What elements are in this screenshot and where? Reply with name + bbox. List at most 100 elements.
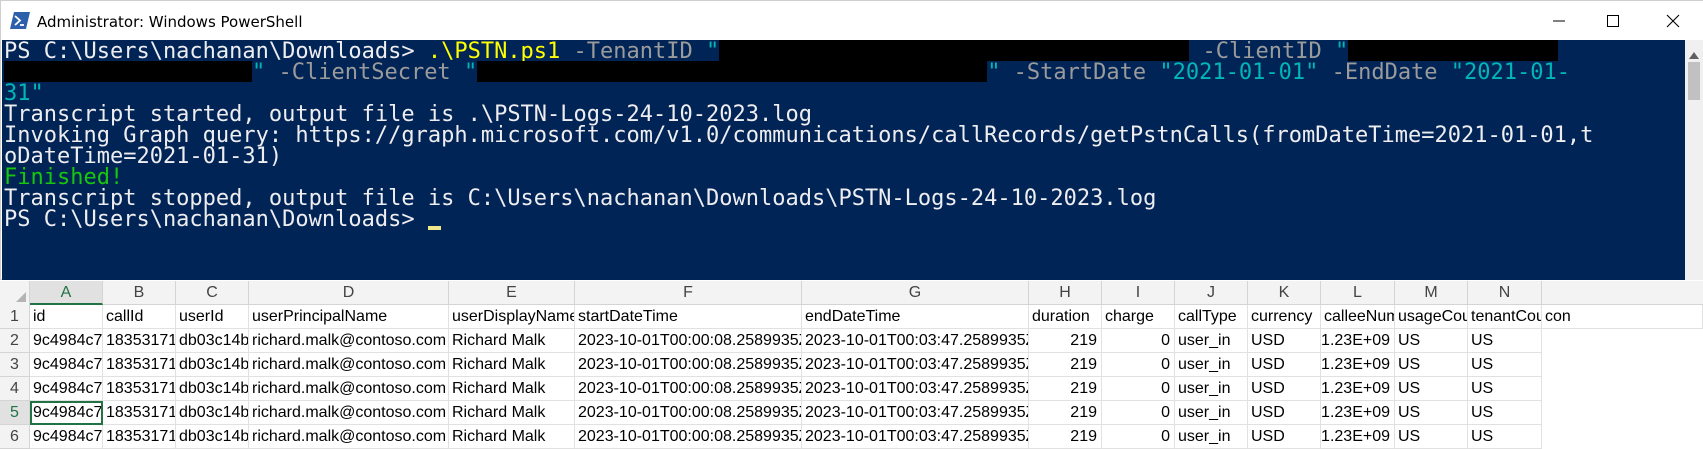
cell-charge[interactable]: 0 [1102,353,1175,377]
header-cell[interactable]: userId [176,305,249,329]
cell-start-time[interactable]: 2023-10-01T00:00:08.2589935Z [575,353,802,377]
column-header-n[interactable]: N [1468,281,1542,305]
cell-currency[interactable]: USD [1248,329,1321,353]
header-cell[interactable]: currency [1248,305,1321,329]
cell-id[interactable]: 9c4984c7- [30,377,103,401]
cell-end-time[interactable]: 2023-10-01T00:03:47.2589935Z [802,425,1029,449]
cell-upn[interactable]: richard.malk@contoso.com [249,377,449,401]
cell-id-selected[interactable]: 9c4984c7- [30,401,103,425]
cell-call-type[interactable]: user_in [1175,425,1248,449]
scrollbar-thumb[interactable] [1688,62,1700,100]
cell-display-name[interactable]: Richard Malk [449,401,575,425]
cell-id[interactable]: 9c4984c7- [30,329,103,353]
column-header-g[interactable]: G [802,281,1029,305]
cell-tenant-country[interactable]: US [1468,353,1542,377]
column-header-k[interactable]: K [1248,281,1321,305]
minimize-button[interactable] [1532,1,1586,40]
header-cell[interactable]: userDisplayName [449,305,575,329]
cell-id[interactable]: 9c4984c7- [30,353,103,377]
cell-call-id[interactable]: 183531718 [103,377,176,401]
cell-call-type[interactable]: user_in [1175,377,1248,401]
cell-usage-country[interactable]: US [1395,329,1468,353]
cell-call-id[interactable]: 183531718 [103,401,176,425]
row-header[interactable]: 6 [0,425,30,449]
cell-upn[interactable]: richard.malk@contoso.com [249,401,449,425]
close-button[interactable] [1646,1,1700,40]
cell-currency[interactable]: USD [1248,425,1321,449]
select-all-button[interactable] [0,281,30,305]
cell-start-time[interactable]: 2023-10-01T00:00:08.2589935Z [575,401,802,425]
header-cell[interactable]: endDateTime [802,305,1029,329]
column-header-c[interactable]: C [176,281,249,305]
cell-tenant-country[interactable]: US [1468,425,1542,449]
cell-usage-country[interactable]: US [1395,425,1468,449]
header-cell[interactable]: callId [103,305,176,329]
cell-end-time[interactable]: 2023-10-01T00:03:47.2589935Z [802,401,1029,425]
cell-callee-number[interactable]: 1.23E+09 [1321,377,1395,401]
column-header-j[interactable]: J [1175,281,1248,305]
cell-tenant-country[interactable]: US [1468,329,1542,353]
cell-usage-country[interactable]: US [1395,401,1468,425]
cell-display-name[interactable]: Richard Malk [449,425,575,449]
header-cell[interactable]: calleeNumber [1321,305,1395,329]
maximize-button[interactable] [1586,1,1640,40]
console-output[interactable]: PS C:\Users\nachanan\Downloads> .\PSTN.p… [2,40,1685,280]
header-cell[interactable]: tenantCountryCode [1468,305,1542,329]
column-header-l[interactable]: L [1321,281,1395,305]
column-header-e[interactable]: E [449,281,575,305]
cell-call-type[interactable]: user_in [1175,401,1248,425]
cell-callee-number[interactable]: 1.23E+09 [1321,329,1395,353]
cell-call-id[interactable]: 183531718 [103,425,176,449]
cell-duration[interactable]: 219 [1029,401,1102,425]
header-cell[interactable]: startDateTime [575,305,802,329]
cell-call-type[interactable]: user_in [1175,353,1248,377]
cell-duration[interactable]: 219 [1029,353,1102,377]
header-cell[interactable]: usageCountryCode [1395,305,1468,329]
cell-usage-country[interactable]: US [1395,377,1468,401]
cell-user-id[interactable]: db03c14b- [176,425,249,449]
cell-charge[interactable]: 0 [1102,401,1175,425]
column-header-m[interactable]: M [1395,281,1468,305]
cell-callee-number[interactable]: 1.23E+09 [1321,353,1395,377]
cell-display-name[interactable]: Richard Malk [449,329,575,353]
cell-tenant-country[interactable]: US [1468,377,1542,401]
header-cell[interactable]: duration [1029,305,1102,329]
cell-duration[interactable]: 219 [1029,425,1102,449]
title-bar[interactable]: Administrator: Windows PowerShell [1,1,1703,40]
cell-display-name[interactable]: Richard Malk [449,353,575,377]
cell-start-time[interactable]: 2023-10-01T00:00:08.2589935Z [575,425,802,449]
cell-display-name[interactable]: Richard Malk [449,377,575,401]
cell-tenant-country[interactable]: US [1468,401,1542,425]
cell-charge[interactable]: 0 [1102,425,1175,449]
cell-upn[interactable]: richard.malk@contoso.com [249,425,449,449]
header-cell[interactable]: callType [1175,305,1248,329]
cell-id[interactable]: 9c4984c7- [30,425,103,449]
row-header[interactable]: 5 [0,401,30,425]
column-header-d[interactable]: D [249,281,449,305]
row-header[interactable]: 3 [0,353,30,377]
cell-duration[interactable]: 219 [1029,377,1102,401]
cell-call-id[interactable]: 183531718 [103,353,176,377]
cell-duration[interactable]: 219 [1029,329,1102,353]
cell-charge[interactable]: 0 [1102,329,1175,353]
cell-currency[interactable]: USD [1248,353,1321,377]
column-header-h[interactable]: H [1029,281,1102,305]
cell-charge[interactable]: 0 [1102,377,1175,401]
cell-start-time[interactable]: 2023-10-01T00:00:08.2589935Z [575,329,802,353]
cell-end-time[interactable]: 2023-10-01T00:03:47.2589935Z [802,377,1029,401]
column-header-f[interactable]: F [575,281,802,305]
header-cell[interactable]: id [30,305,103,329]
cell-callee-number[interactable]: 1.23E+09 [1321,401,1395,425]
cell-currency[interactable]: USD [1248,401,1321,425]
cell-call-id[interactable]: 183531718 [103,329,176,353]
cell-end-time[interactable]: 2023-10-01T00:03:47.2589935Z [802,329,1029,353]
column-header-i[interactable]: I [1102,281,1175,305]
cell-call-type[interactable]: user_in [1175,329,1248,353]
column-header-a[interactable]: A [30,281,103,305]
header-cell[interactable]: userPrincipalName [249,305,449,329]
cell-currency[interactable]: USD [1248,377,1321,401]
header-cell[interactable]: charge [1102,305,1175,329]
cell-start-time[interactable]: 2023-10-01T00:00:08.2589935Z [575,377,802,401]
cell-usage-country[interactable]: US [1395,353,1468,377]
cell-upn[interactable]: richard.malk@contoso.com [249,329,449,353]
